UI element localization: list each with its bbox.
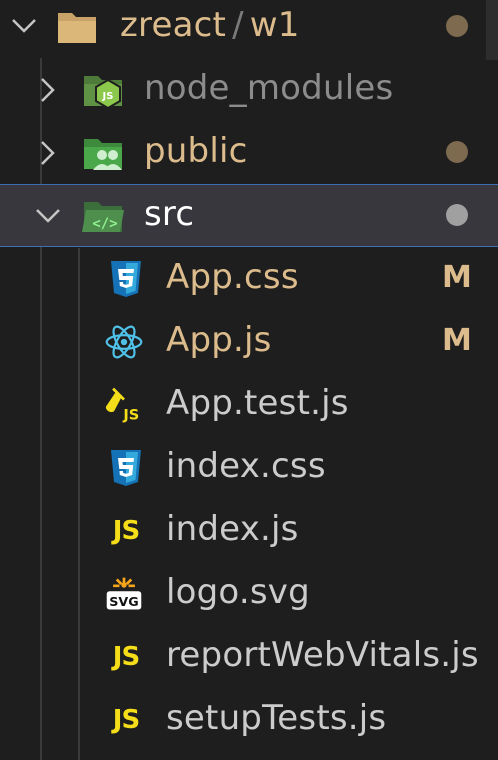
modified-badge: M	[442, 260, 472, 295]
modified-badge: M	[442, 323, 472, 358]
file-row-app-css[interactable]: App.css M	[0, 247, 498, 310]
js-icon-text: JS	[112, 705, 140, 735]
file-name: App.css	[166, 257, 299, 297]
js-icon: JS	[106, 637, 146, 677]
root-folder-name: zreact / w1	[120, 5, 300, 45]
file-row-app-js[interactable]: App.js M	[0, 310, 498, 373]
file-row-index-js[interactable]: JS index.js	[0, 499, 498, 562]
chevron-right-icon[interactable]	[32, 74, 64, 106]
source-folder-icon: </>	[82, 202, 124, 232]
file-name: index.js	[166, 509, 299, 549]
css3-icon	[106, 259, 146, 299]
file-row-index-css[interactable]: index.css	[0, 436, 498, 499]
folder-row-src[interactable]: </> src	[0, 184, 498, 247]
status-dot	[446, 15, 468, 37]
folder-row-node-modules[interactable]: JS node_modules	[0, 58, 498, 121]
js-icon-text: JS	[112, 516, 140, 546]
svg-text:</>: </>	[92, 216, 117, 232]
react-icon	[104, 322, 144, 362]
status-dot	[446, 141, 468, 163]
status-dot	[446, 204, 468, 226]
js-icon: JS	[106, 511, 146, 551]
file-row-app-test-js[interactable]: JS App.test.js	[0, 373, 498, 436]
chevron-down-icon[interactable]	[8, 10, 40, 42]
file-row-logo-svg[interactable]: SVG logo.svg	[0, 562, 498, 625]
file-name: setupTests.js	[166, 698, 387, 738]
file-name: index.css	[166, 446, 326, 486]
root-separator: /	[232, 5, 244, 45]
nodejs-folder-icon: JS	[84, 76, 122, 110]
root-name-part2: w1	[249, 5, 300, 45]
file-name: App.js	[166, 320, 272, 360]
chevron-down-icon[interactable]	[32, 200, 64, 232]
file-row-setup-tests-js[interactable]: JS setupTests.js	[0, 688, 498, 751]
tree-root-row[interactable]: zreact / w1	[0, 0, 498, 58]
js-icon: JS	[106, 700, 146, 740]
folder-name: src	[144, 194, 195, 234]
svg-icon-text: SVG	[109, 594, 138, 609]
js-icon-text: JS	[112, 642, 140, 672]
css3-icon	[106, 448, 146, 488]
folder-name: node_modules	[144, 68, 394, 108]
people-folder-icon	[84, 139, 122, 170]
test-js-icon: JS	[104, 385, 144, 425]
root-name-part1: zreact	[120, 5, 227, 45]
file-name: reportWebVitals.js	[166, 635, 479, 675]
svg-text:JS: JS	[102, 91, 114, 102]
folder-name: public	[144, 131, 248, 171]
folder-row-public[interactable]: public	[0, 121, 498, 184]
folder-open-icon	[58, 13, 96, 43]
file-name: App.test.js	[166, 383, 349, 423]
svg-icon: SVG	[104, 574, 144, 614]
svg-text:JS: JS	[122, 408, 139, 424]
chevron-right-icon[interactable]	[32, 137, 64, 169]
file-name: logo.svg	[166, 572, 310, 612]
file-row-report-web-vitals-js[interactable]: JS reportWebVitals.js	[0, 625, 498, 688]
